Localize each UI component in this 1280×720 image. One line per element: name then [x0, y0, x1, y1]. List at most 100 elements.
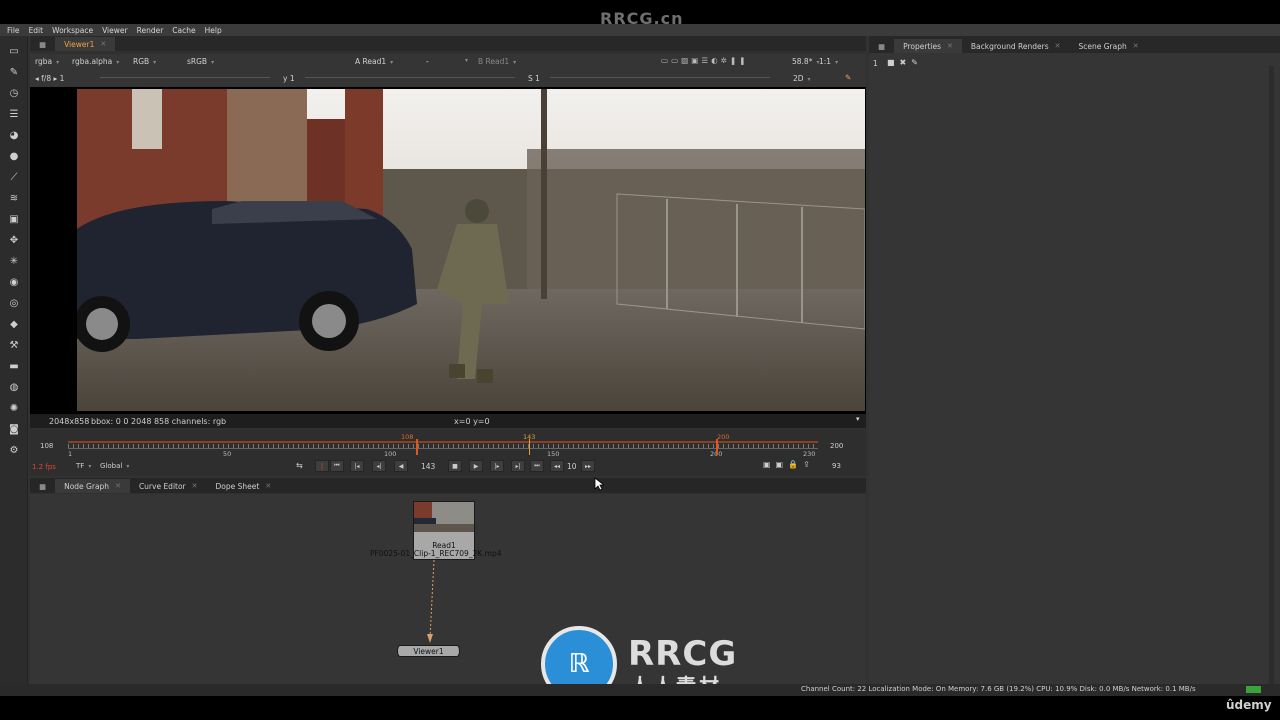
tab-properties[interactable]: Properties ✕ — [894, 39, 962, 53]
fstop-control[interactable]: ◂ f/8 ▸ 1 — [35, 74, 64, 83]
timecode-dropdown[interactable]: TF ▾ — [76, 462, 91, 470]
menu-edit[interactable]: Edit — [29, 26, 44, 35]
color-value: RGB — [133, 57, 150, 66]
playback-mode-icon[interactable]: ⇆ — [296, 461, 303, 470]
lut-dropdown[interactable]: sRGB ▾ — [187, 57, 214, 66]
other-icon[interactable]: ▬ — [6, 358, 22, 374]
viewer-node[interactable]: Viewer1 — [397, 645, 460, 657]
channel-icon[interactable]: ☰ — [6, 106, 22, 122]
properties-count[interactable]: 1 — [873, 59, 878, 68]
tab-curve-editor[interactable]: Curve Editor ✕ — [130, 479, 207, 493]
gain-slider[interactable] — [100, 77, 270, 81]
last-frame-button[interactable]: ⏭ — [530, 460, 544, 472]
footage-illustration — [77, 89, 865, 411]
step-field[interactable]: 10 — [567, 462, 577, 471]
keyer-icon[interactable]: ⟋ — [6, 169, 22, 185]
cara-icon[interactable]: ✺ — [6, 400, 22, 416]
image-tools-icon[interactable]: ▭ — [6, 43, 22, 59]
stop-button[interactable]: ■ — [448, 460, 462, 472]
next-keyframe-button[interactable]: ▸| — [511, 460, 525, 472]
tab-node-graph[interactable]: Node Graph ✕ — [55, 479, 130, 493]
close-icon[interactable]: ✕ — [100, 40, 106, 48]
saturation-control[interactable]: S 1 — [528, 74, 540, 83]
saturation-value: 1 — [535, 74, 540, 83]
alpha-dropdown[interactable]: rgba.alpha ▾ — [72, 57, 119, 66]
3d-icon[interactable]: ▣ — [6, 211, 22, 227]
furnace-icon[interactable]: ◍ — [6, 379, 22, 395]
next-frame-button[interactable]: |▸ — [490, 460, 504, 472]
prev-keyframe-button[interactable]: |◂ — [350, 460, 364, 472]
particles-icon[interactable]: ✳ — [6, 253, 22, 269]
playhead-label: 143 — [523, 433, 536, 441]
set-in-button[interactable]: | — [315, 460, 329, 472]
format-text: 2048x858 — [49, 417, 90, 426]
first-frame-button[interactable]: ⏮ — [330, 460, 344, 472]
merge-icon[interactable]: ≋ — [6, 190, 22, 206]
play-forward-button[interactable]: ▶ — [469, 460, 483, 472]
footage-frame — [77, 89, 865, 411]
channels-dropdown[interactable]: rgba ▾ — [35, 57, 59, 66]
viewer-tab-bar: ■ Viewer1 ✕ — [30, 36, 866, 51]
in-marker[interactable] — [416, 439, 418, 455]
cache-icons[interactable]: ▣▣🔒⇪ — [763, 460, 815, 469]
panel-menu-icon[interactable]: ■ — [30, 479, 55, 493]
zoom-dropdown[interactable]: 58.8* ▾ — [792, 57, 819, 66]
prev-frame-button[interactable]: ◂| — [372, 460, 386, 472]
close-icon[interactable]: ✕ — [192, 482, 198, 490]
panel-menu-icon[interactable]: ■ — [869, 39, 894, 53]
menu-viewer[interactable]: Viewer — [102, 26, 128, 35]
close-icon[interactable]: ✕ — [1133, 42, 1139, 50]
tab-scene-graph[interactable]: Scene Graph ✕ — [1070, 39, 1148, 53]
color-dropdown[interactable]: RGB ▾ — [133, 57, 156, 66]
close-icon[interactable]: ✕ — [947, 42, 953, 50]
out-marker[interactable] — [716, 439, 718, 455]
range-start[interactable]: 108 — [40, 442, 53, 450]
input-b-dropdown[interactable]: B Read1 ▾ — [478, 57, 516, 66]
wipe-dropdown[interactable]: - ▾ — [426, 57, 468, 66]
panel-menu-icon[interactable]: ■ — [30, 37, 55, 51]
menu-render[interactable]: Render — [137, 26, 164, 35]
metadata-icon[interactable]: ◆ — [6, 316, 22, 332]
close-icon[interactable]: ✕ — [1055, 42, 1061, 50]
toolsets-icon[interactable]: ⚒ — [6, 337, 22, 353]
menu-help[interactable]: Help — [205, 26, 222, 35]
scope-dropdown[interactable]: Global ▾ — [100, 462, 129, 470]
views-icon[interactable]: ◎ — [6, 295, 22, 311]
tab-viewer1[interactable]: Viewer1 ✕ — [55, 37, 116, 51]
properties-scrollbar[interactable] — [1269, 66, 1274, 686]
plugins-icon[interactable]: ⚙ — [6, 442, 22, 458]
tab-dope-sheet[interactable]: Dope Sheet ✕ — [207, 479, 281, 493]
view-mode-dropdown[interactable]: 2D ▾ — [793, 74, 811, 83]
gamma-slider[interactable] — [305, 77, 515, 81]
properties-tab-bar: ■ Properties ✕ Background Renders ✕ Scen… — [869, 36, 1280, 53]
close-icon[interactable]: ✕ — [265, 482, 271, 490]
input-a-dropdown[interactable]: A Read1 ▾ — [355, 57, 393, 66]
viewer-options-icons[interactable]: ▭▭▨▣☰◐✲❚❚ — [661, 56, 748, 65]
menu-file[interactable]: File — [7, 26, 20, 35]
menu-cache[interactable]: Cache — [172, 26, 195, 35]
play-backward-button[interactable]: ◀ — [394, 460, 408, 472]
deep-icon[interactable]: ◉ — [6, 274, 22, 290]
draw-icon[interactable]: ✎ — [6, 64, 22, 80]
close-icon[interactable]: ✕ — [115, 482, 121, 490]
properties-toolbar-icons[interactable]: ■✖✎ — [887, 58, 923, 67]
tick-label: 150 — [547, 450, 560, 458]
transform-icon[interactable]: ✥ — [6, 232, 22, 248]
proxy-dropdown[interactable]: 1:1 ▾ — [819, 57, 838, 66]
tab-background-renders[interactable]: Background Renders ✕ — [962, 39, 1070, 53]
saturation-slider[interactable] — [550, 77, 770, 81]
playhead[interactable] — [529, 439, 530, 455]
tab-background-renders-label: Background Renders — [970, 41, 1049, 51]
paint-icon[interactable]: ✎ — [845, 73, 851, 82]
info-expand-icon[interactable]: ▾ — [856, 415, 860, 423]
range-end[interactable]: 200 — [830, 442, 843, 450]
gamma-control[interactable]: y 1 — [283, 74, 295, 83]
nuke-icon[interactable]: ◙ — [6, 421, 22, 437]
skip-back-button[interactable]: ◂◂ — [550, 460, 564, 472]
color-icon[interactable]: ◕ — [6, 127, 22, 143]
filter-icon[interactable]: ● — [6, 148, 22, 164]
skip-forward-button[interactable]: ▸▸ — [581, 460, 595, 472]
menu-workspace[interactable]: Workspace — [52, 26, 93, 35]
current-frame-field[interactable]: 143 — [421, 462, 435, 471]
time-icon[interactable]: ◷ — [6, 85, 22, 101]
